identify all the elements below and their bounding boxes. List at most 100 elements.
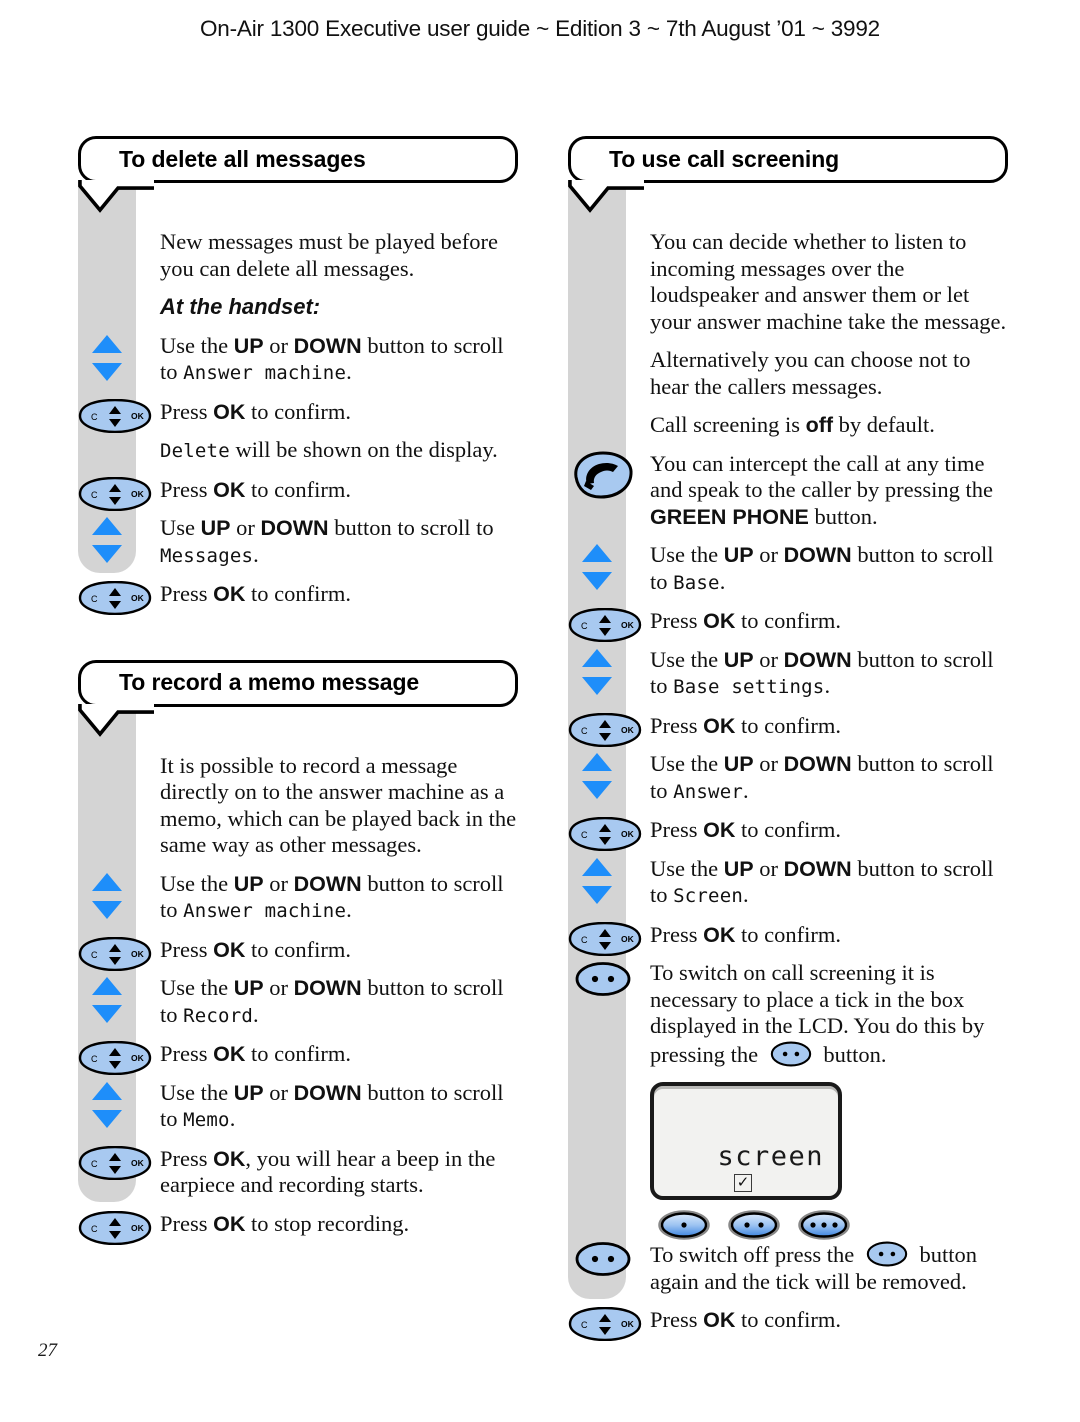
section-title: To use call screening: [609, 145, 840, 172]
left-column: To delete all messages New messages must …: [78, 136, 518, 1245]
bubble-tail: [78, 703, 156, 746]
step-text: Use UP or DOWN button to scroll to Messa…: [160, 515, 494, 567]
lcd-menu-label: Delete: [160, 440, 230, 462]
text-run: or: [753, 855, 784, 881]
up-down-arrows-icon[interactable]: [86, 333, 128, 383]
svg-text:OK: OK: [131, 593, 145, 603]
step-text: To switch on call screening it is necess…: [650, 960, 984, 1067]
text-run: Use the: [160, 1079, 234, 1105]
section-title-bubble: To use call screening: [568, 136, 1008, 213]
text-run: You can intercept the call at any time a…: [650, 450, 994, 503]
ok-navigation-button-icon[interactable]: C OK: [568, 816, 642, 852]
text-run: Press: [160, 936, 214, 962]
text-run: .: [824, 673, 831, 698]
green-phone-button-icon[interactable]: [572, 450, 634, 499]
text-run: Use the: [650, 646, 724, 672]
ok-navigation-button-icon[interactable]: C OK: [78, 580, 152, 616]
ok-navigation-button-icon[interactable]: C OK: [78, 476, 152, 511]
instruction-step: C OK Press OK to confirm.: [568, 921, 1008, 956]
text-run: to confirm.: [735, 921, 841, 947]
text-run: or: [263, 975, 294, 1000]
lcd-screen: screen ✓: [650, 1082, 842, 1200]
text-run: .: [252, 1001, 259, 1027]
ok-navigation-button-icon[interactable]: C OK: [568, 1306, 642, 1342]
emphasis-text: OK: [703, 922, 736, 947]
one-dot-button-icon[interactable]: [658, 1210, 710, 1240]
text-run: To switch off press the: [650, 1242, 860, 1267]
text-run: or: [753, 751, 784, 776]
option-two-dot-button-icon[interactable]: [574, 1240, 632, 1278]
bubble-body: To delete all messages: [78, 136, 518, 183]
ok-navigation-button-icon[interactable]: C OK: [78, 1145, 152, 1180]
instruction-step: C OK Press OK to confirm.: [78, 398, 518, 433]
emphasis-text: UP: [233, 871, 264, 896]
emphasis-text: UP: [723, 647, 754, 672]
svg-text:C: C: [581, 830, 588, 840]
text-run: to confirm.: [245, 398, 351, 424]
lcd-illustration: screen ✓: [568, 1082, 1008, 1240]
up-down-arrows-icon[interactable]: [576, 856, 618, 906]
ok-navigation-button-icon[interactable]: C OK: [78, 936, 152, 971]
step-text: Press OK to confirm.: [160, 1041, 351, 1066]
ok-navigation-button-icon[interactable]: C OK: [78, 1210, 152, 1245]
section-title-bubble: To record a memo message: [78, 659, 518, 737]
lcd-menu-label: Base settings: [673, 676, 825, 698]
text-run: Use: [160, 515, 201, 540]
emphasis-text: OK: [213, 1211, 246, 1236]
text-run: Alternatively you can choose not to hear…: [650, 347, 971, 399]
instruction-step: C OK Press OK to confirm.: [78, 1040, 518, 1076]
option-two-dot-button-icon[interactable]: [574, 960, 632, 998]
emphasis-text: UP: [233, 333, 264, 358]
emphasis-text: UP: [233, 1080, 264, 1105]
svg-text:C: C: [91, 412, 98, 422]
instruction-step: Use the UP or DOWN button to scroll to B…: [568, 647, 1008, 701]
svg-text:C: C: [581, 935, 588, 945]
ok-navigation-button-icon[interactable]: C OK: [568, 607, 642, 643]
up-down-arrows-icon[interactable]: [86, 975, 128, 1025]
step-text: Use the UP or DOWN button to scroll to A…: [160, 871, 504, 923]
instruction-step: Alternatively you can choose not to hear…: [568, 347, 1008, 400]
svg-text:OK: OK: [131, 949, 145, 959]
option-two-dot-button-icon[interactable]: [864, 1240, 910, 1268]
emphasis-text: DOWN: [783, 543, 852, 567]
lcd-menu-label: Record: [183, 1004, 253, 1027]
step-text: Press OK to confirm.: [650, 817, 841, 842]
step-text: Press OK, you will hear a beep in the ea…: [160, 1146, 495, 1198]
svg-text:C: C: [91, 490, 98, 500]
step-text: At the handset:: [160, 294, 320, 319]
ok-navigation-button-icon[interactable]: C OK: [568, 921, 642, 956]
step-text: Use the UP or DOWN button to scroll to A…: [650, 751, 994, 803]
two-dot-button-icon[interactable]: [728, 1210, 780, 1240]
step-text: Use the UP or DOWN button to scroll to B…: [650, 542, 994, 594]
up-down-arrows-icon[interactable]: [86, 515, 128, 565]
text-run: to confirm.: [245, 581, 351, 606]
text-run: or: [263, 870, 294, 896]
ok-navigation-button-icon[interactable]: C OK: [568, 712, 642, 747]
instruction-step: C OK Press OK to confirm.: [568, 607, 1008, 643]
text-run: It is possible to record a message direc…: [160, 752, 517, 858]
instruction-step: C OK Press OK to confirm.: [568, 1306, 1008, 1342]
up-down-arrows-icon[interactable]: [576, 542, 618, 592]
step-text: Use the UP or DOWN button to scroll to A…: [160, 333, 504, 385]
option-two-dot-button-icon[interactable]: [768, 1040, 814, 1068]
up-down-arrows-icon[interactable]: [576, 751, 618, 801]
emphasis-text: DOWN: [293, 976, 362, 1000]
up-down-arrows-icon[interactable]: [576, 647, 618, 697]
ok-navigation-button-icon[interactable]: C OK: [78, 1040, 152, 1076]
step-text: Press OK to confirm.: [650, 1307, 841, 1332]
ok-navigation-button-icon[interactable]: C OK: [78, 398, 152, 433]
emphasis-text: OK: [703, 1308, 736, 1332]
text-run: by default.: [833, 412, 935, 437]
text-run: will be shown on the display.: [229, 437, 498, 462]
up-down-arrows-icon[interactable]: [86, 1080, 128, 1130]
emphasis-text: DOWN: [293, 871, 362, 896]
text-run: .: [742, 882, 749, 907]
instruction-step: C OK Press OK to confirm.: [78, 476, 518, 511]
text-run: or: [753, 646, 784, 672]
text-run: to confirm.: [735, 712, 841, 738]
three-dot-button-icon[interactable]: [798, 1210, 850, 1240]
up-down-arrows-icon[interactable]: [86, 871, 128, 921]
bubble-body: To use call screening: [568, 136, 1008, 183]
svg-text:OK: OK: [621, 934, 635, 944]
svg-text:C: C: [91, 950, 98, 960]
